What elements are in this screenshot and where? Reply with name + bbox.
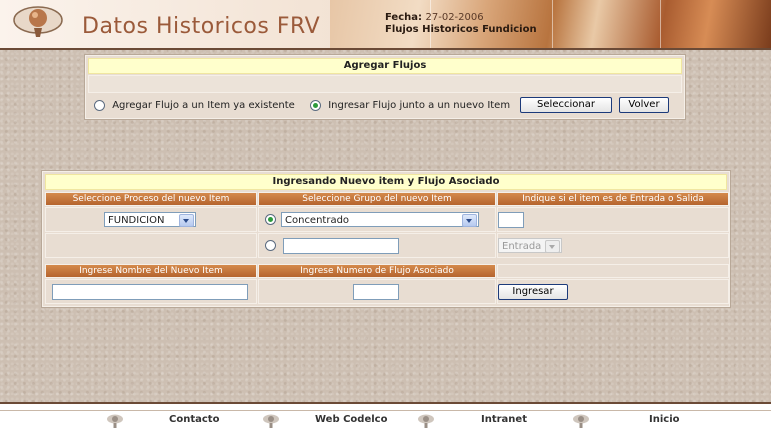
header-nombre: Ingrese Nombre del Nuevo Item bbox=[45, 264, 257, 278]
proceso-select[interactable]: FUNDICION bbox=[104, 212, 196, 227]
nuevo-item-panel: Ingresando Nuevo item y Flujo Asociado S… bbox=[42, 171, 730, 307]
radio-existing-item[interactable] bbox=[94, 99, 105, 111]
footer-link-inicio[interactable]: Inicio bbox=[649, 414, 680, 425]
nombre-cell bbox=[45, 279, 257, 304]
chevron-down-icon[interactable] bbox=[462, 214, 477, 227]
header-flujo: Ingrese Numero de Flujo Asociado bbox=[258, 264, 496, 278]
footer-logo-icon bbox=[573, 414, 589, 428]
chevron-down-icon[interactable] bbox=[545, 240, 560, 253]
ingresar-cell: Ingresar bbox=[497, 279, 729, 304]
header-grupo: Seleccione Grupo del nuevo Item bbox=[258, 192, 496, 206]
footer-logo-icon bbox=[418, 414, 434, 428]
proceso-select-value: FUNDICION bbox=[108, 215, 165, 226]
entrada-salida-box[interactable] bbox=[498, 212, 524, 228]
header-info: Fecha: 27-02-2006 Flujos Historicos Fund… bbox=[385, 12, 537, 36]
option-new-item-label: Ingresar Flujo junto a un nuevo Item bbox=[328, 100, 511, 111]
app-title: Datos Historicos FRV bbox=[82, 14, 321, 39]
grupo-select[interactable]: Concentrado bbox=[281, 212, 479, 227]
page-subtitle: Flujos Historicos Fundicion bbox=[385, 24, 537, 35]
flujo-cell bbox=[258, 279, 496, 304]
agregar-flujos-options-row: Agregar Flujo a un Item ya existente Ing… bbox=[88, 95, 680, 116]
footer: Contacto Web Codelco Intranet Inicio bbox=[0, 402, 771, 435]
footer-logo-icon bbox=[107, 414, 123, 428]
volver-button[interactable]: Volver bbox=[619, 97, 669, 113]
radio-grupo-new[interactable] bbox=[265, 240, 276, 251]
option-existing-item-label: Agregar Flujo a un Item ya existente bbox=[112, 100, 295, 111]
option-existing-item[interactable]: Agregar Flujo a un Item ya existente bbox=[94, 97, 295, 114]
entrada-salida-select-cell: Entrada bbox=[497, 233, 729, 258]
proceso-empty-cell bbox=[45, 233, 257, 258]
ingresar-button[interactable]: Ingresar bbox=[498, 284, 568, 300]
grupo-select-value: Concentrado bbox=[285, 215, 350, 226]
header-entrada-salida: Indique si el item es de Entrada o Salid… bbox=[497, 192, 729, 206]
agregar-flujos-spacer-row bbox=[88, 75, 682, 93]
agregar-flujos-panel: Agregar Flujos Agregar Flujo a un Item y… bbox=[85, 55, 685, 119]
footer-logo-icon bbox=[263, 414, 279, 428]
codelco-logo-icon bbox=[13, 6, 63, 37]
grupo-new-cell bbox=[258, 233, 496, 258]
nombre-item-input[interactable] bbox=[52, 284, 248, 300]
radio-grupo-existing[interactable] bbox=[265, 214, 276, 225]
grupo-existing-cell: Concentrado bbox=[258, 207, 496, 232]
nuevo-item-title: Ingresando Nuevo item y Flujo Asociado bbox=[45, 174, 727, 190]
fecha-value: 27-02-2006 bbox=[425, 12, 484, 23]
agregar-flujos-title: Agregar Flujos bbox=[88, 58, 682, 74]
numero-flujo-input[interactable] bbox=[353, 284, 399, 300]
footer-link-intranet[interactable]: Intranet bbox=[481, 414, 527, 425]
proceso-cell: FUNDICION bbox=[45, 207, 257, 232]
radio-new-item[interactable] bbox=[310, 99, 321, 111]
header-proceso: Seleccione Proceso del nuevo Item bbox=[45, 192, 257, 206]
fecha-label: Fecha: bbox=[385, 12, 423, 23]
entrada-salida-select-value: Entrada bbox=[502, 241, 542, 252]
seleccionar-button[interactable]: Seleccionar bbox=[520, 97, 612, 113]
entrada-salida-select[interactable]: Entrada bbox=[498, 238, 562, 253]
chevron-down-icon[interactable] bbox=[179, 214, 194, 227]
header-banner: Datos Historicos FRV Fecha: 27-02-2006 F… bbox=[0, 0, 771, 50]
nuevo-grupo-input[interactable] bbox=[283, 238, 399, 254]
entrada-salida-cell bbox=[497, 207, 729, 232]
footer-link-contacto[interactable]: Contacto bbox=[169, 414, 219, 425]
footer-link-web-codelco[interactable]: Web Codelco bbox=[315, 414, 387, 425]
option-new-item[interactable]: Ingresar Flujo junto a un nuevo Item bbox=[310, 97, 510, 114]
header-empty-cell bbox=[497, 264, 729, 278]
